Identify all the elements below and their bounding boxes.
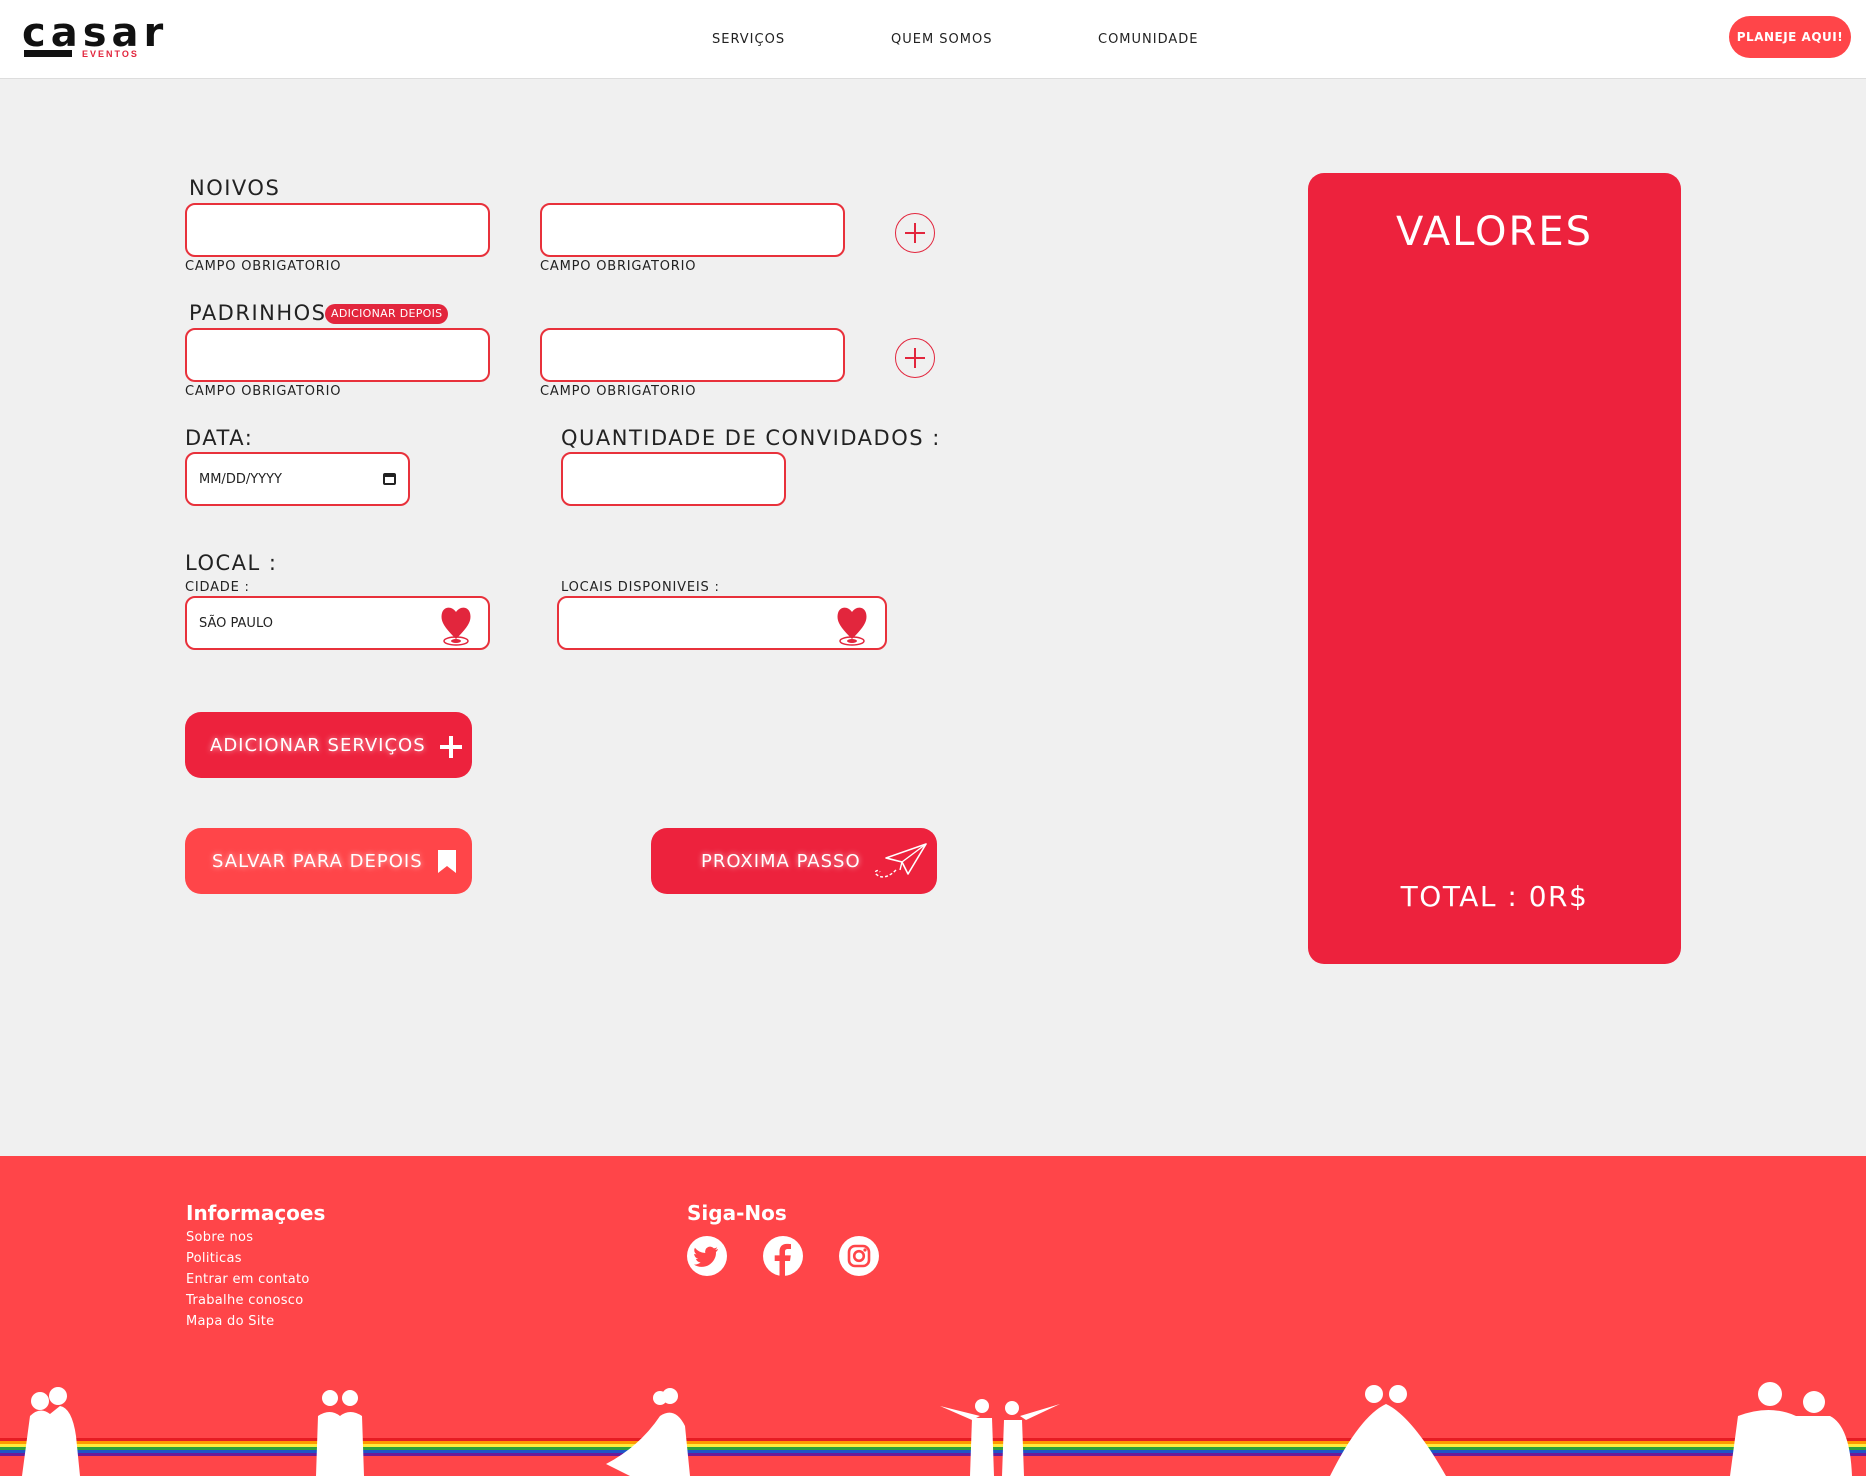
padrinho-1-hint: CAMPO OBRIGATORIO <box>185 384 342 399</box>
site-footer: Informaçoes Sobre nos Politicas Entrar e… <box>0 1156 1866 1476</box>
footer-link-sobre[interactable]: Sobre nos <box>186 1230 253 1245</box>
values-panel: VALORES TOTAL : 0R$ <box>1308 173 1681 964</box>
noivo-1-hint: CAMPO OBRIGATORIO <box>185 259 342 274</box>
calendar-icon[interactable] <box>383 473 396 485</box>
noivo-1-input[interactable] <box>185 203 490 257</box>
padrinho-2-input[interactable] <box>540 328 845 382</box>
noivos-label: NOIVOS <box>189 176 281 200</box>
data-label: DATA: <box>185 426 254 450</box>
nav-comunidade[interactable]: COMUNIDADE <box>1098 32 1199 47</box>
locais-label: LOCAIS DISPONIVEIS : <box>561 580 720 595</box>
cidade-value: SÃO PAULO <box>199 615 273 631</box>
brand-logo[interactable]: casar EVENTOS <box>18 10 178 62</box>
add-services-button[interactable]: ADICIONAR SERVIÇOS <box>185 712 472 778</box>
date-input[interactable]: MM/DD/YYYY <box>185 452 410 506</box>
save-later-button[interactable]: SALVAR PARA DEPOIS <box>185 828 472 894</box>
next-step-label: PROXIMA PASSO <box>701 850 861 872</box>
nav-servicos[interactable]: SERVIÇOS <box>712 32 785 47</box>
couples-silhouettes <box>22 1382 1852 1476</box>
footer-info-title: Informaçoes <box>186 1201 326 1225</box>
heart-pin-icon <box>441 607 471 646</box>
paper-plane-icon <box>874 843 927 878</box>
convidados-input[interactable] <box>561 452 786 506</box>
logo-bar <box>24 50 72 57</box>
padrinhos-label: PADRINHOS <box>189 301 327 325</box>
convidados-label: QUANTIDADE DE CONVIDADOS : <box>561 426 941 450</box>
noivo-2-hint: CAMPO OBRIGATORIO <box>540 259 697 274</box>
add-noivo-plus-icon[interactable] <box>895 213 935 253</box>
plus-icon <box>440 736 462 758</box>
save-later-label: SALVAR PARA DEPOIS <box>212 850 423 872</box>
nav-quem-somos[interactable]: QUEM SOMOS <box>891 32 993 47</box>
add-services-label: ADICIONAR SERVIÇOS <box>210 734 426 756</box>
footer-link-mapa[interactable]: Mapa do Site <box>186 1314 274 1329</box>
brand-subtitle: EVENTOS <box>82 49 139 59</box>
footer-link-contato[interactable]: Entrar em contato <box>186 1272 310 1287</box>
planeje-aqui-button[interactable]: PLANEJE AQUI! <box>1729 16 1851 58</box>
cidade-label: CIDADE : <box>185 580 250 595</box>
adicionar-depois-badge[interactable]: ADICIONAR DEPOIS <box>325 304 449 324</box>
footer-social-title: Siga-Nos <box>687 1201 787 1225</box>
values-total: TOTAL : 0R$ <box>1400 880 1589 913</box>
heart-pin-icon <box>837 607 867 646</box>
padrinho-2-hint: CAMPO OBRIGATORIO <box>540 384 697 399</box>
twitter-icon[interactable] <box>687 1236 727 1276</box>
add-padrinho-plus-icon[interactable] <box>895 338 935 378</box>
local-label: LOCAL : <box>185 551 278 575</box>
bookmark-icon <box>438 850 456 873</box>
footer-link-trabalhe[interactable]: Trabalhe conosco <box>186 1293 304 1308</box>
instagram-icon[interactable] <box>839 1236 879 1276</box>
padrinho-1-input[interactable] <box>185 328 490 382</box>
values-title: VALORES <box>1396 209 1593 255</box>
date-placeholder: MM/DD/YYYY <box>199 471 282 487</box>
site-header: casar EVENTOS SERVIÇOS QUEM SOMOS COMUNI… <box>0 0 1866 79</box>
next-step-button[interactable]: PROXIMA PASSO <box>651 828 937 894</box>
facebook-icon[interactable] <box>763 1236 803 1276</box>
footer-link-politicas[interactable]: Politicas <box>186 1251 242 1266</box>
noivo-2-input[interactable] <box>540 203 845 257</box>
